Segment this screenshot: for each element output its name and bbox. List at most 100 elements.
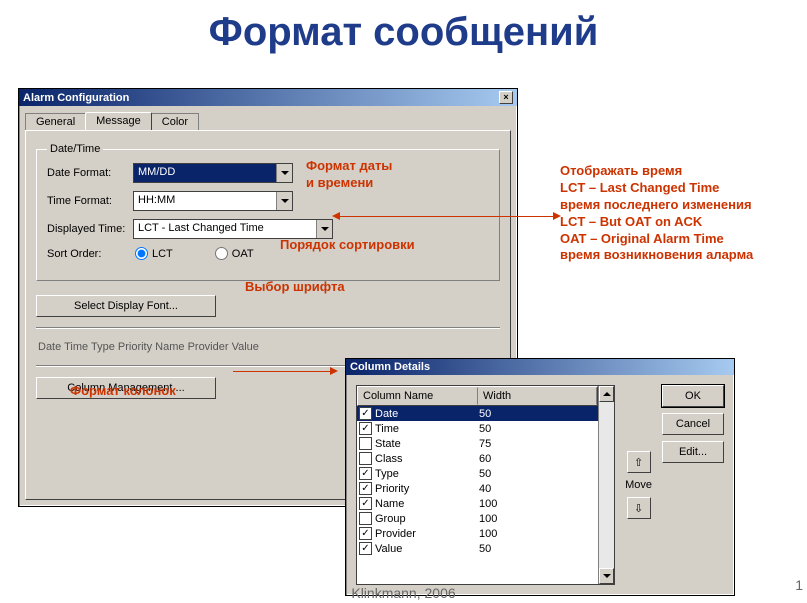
tab-color[interactable]: Color	[151, 113, 199, 131]
checkbox-icon[interactable]: ✓	[359, 527, 372, 540]
columns-preview: Date Time Type Priority Name Provider Va…	[36, 339, 500, 355]
column-name-cell: State	[375, 438, 479, 450]
arrow-line	[338, 216, 556, 217]
arrow-head-icon	[330, 367, 338, 375]
alarm-title-text: Alarm Configuration	[23, 92, 129, 104]
displayed-time-label: Displayed Time:	[47, 223, 133, 235]
checkbox-icon[interactable]	[359, 437, 372, 450]
datetime-legend: Date/Time	[47, 143, 103, 155]
select-font-button[interactable]: Select Display Font...	[36, 295, 216, 317]
column-header: Column Name Width	[357, 386, 598, 406]
chevron-down-icon[interactable]	[316, 220, 332, 238]
chevron-down-icon[interactable]	[276, 192, 292, 210]
checkbox-icon[interactable]: ✓	[359, 422, 372, 435]
time-format-combo[interactable]: HH:MM	[133, 191, 293, 211]
column-row[interactable]: ✓Priority40	[357, 481, 598, 496]
column-name-cell: Date	[375, 408, 479, 420]
checkbox-icon[interactable]	[359, 512, 372, 525]
slide-footer: Klinkmann, 2006	[351, 585, 455, 601]
arrow-head-icon	[332, 212, 340, 220]
column-list-area: Column Name Width ✓Date50✓Time50State75C…	[356, 385, 615, 585]
column-row[interactable]: ✓Provider100	[357, 526, 598, 541]
column-name-cell: Provider	[375, 528, 479, 540]
checkbox-icon[interactable]: ✓	[359, 407, 372, 420]
slide-title: Формат сообщений	[0, 0, 807, 55]
column-width-cell: 50	[479, 468, 491, 480]
col-ok-button[interactable]: OK	[662, 385, 724, 407]
column-width-cell: 40	[479, 483, 491, 495]
column-name-cell: Group	[375, 513, 479, 525]
right-buttons: OK Cancel Edit...	[662, 385, 724, 585]
ann-sort-order: Порядок сортировки	[280, 237, 415, 254]
ann-columns: Формат колонок	[70, 383, 176, 400]
column-name-cell: Priority	[375, 483, 479, 495]
sort-lct-radio[interactable]	[135, 247, 148, 260]
column-row[interactable]: ✓Name100	[357, 496, 598, 511]
column-row[interactable]: State75	[357, 436, 598, 451]
column-name-cell: Class	[375, 453, 479, 465]
date-format-value: MM/DD	[134, 164, 276, 182]
arrow-up-icon: ⇧	[634, 456, 643, 469]
column-details-window: Column Details Column Name Width ✓Date50…	[345, 358, 735, 596]
date-format-combo[interactable]: MM/DD	[133, 163, 293, 183]
column-width-cell: 50	[479, 543, 491, 555]
tab-message[interactable]: Message	[85, 112, 152, 130]
column-row[interactable]: ✓Type50	[357, 466, 598, 481]
column-name-cell: Type	[375, 468, 479, 480]
close-icon[interactable]: ×	[499, 91, 513, 104]
alarm-titlebar: Alarm Configuration ×	[19, 89, 517, 106]
checkbox-icon[interactable]	[359, 452, 372, 465]
arrow-head-icon	[553, 212, 561, 220]
col-edit-button[interactable]: Edit...	[662, 441, 724, 463]
column-row[interactable]: Group100	[357, 511, 598, 526]
scroll-up-icon[interactable]	[599, 386, 614, 402]
column-width-cell: 100	[479, 513, 497, 525]
scroll-down-icon[interactable]	[599, 568, 614, 584]
column-width-cell: 50	[479, 408, 491, 420]
move-label: Move	[625, 479, 652, 491]
column-width-cell: 100	[479, 528, 497, 540]
move-up-button[interactable]: ⇧	[627, 451, 651, 473]
sort-oat-label: OAT	[232, 248, 254, 260]
sort-lct-label: LCT	[152, 248, 173, 260]
ann-displayed-time: Отображать время LCT – Last Changed Time…	[560, 163, 753, 264]
column-row[interactable]: ✓Date50	[357, 406, 598, 421]
tab-strip: General Message Color	[25, 113, 511, 131]
sort-order-label: Sort Order:	[47, 248, 133, 260]
slide-pagenum: 1	[795, 577, 803, 593]
column-row[interactable]: ✓Time50	[357, 421, 598, 436]
ann-font: Выбор шрифта	[245, 279, 345, 296]
hdr-name[interactable]: Column Name	[358, 387, 478, 405]
sort-oat-radio[interactable]	[215, 247, 228, 260]
column-row[interactable]: Class60	[357, 451, 598, 466]
column-width-cell: 100	[479, 498, 497, 510]
date-format-label: Date Format:	[47, 167, 133, 179]
checkbox-icon[interactable]: ✓	[359, 482, 372, 495]
column-listbox[interactable]: Column Name Width ✓Date50✓Time50State75C…	[356, 385, 615, 585]
hdr-width[interactable]: Width	[478, 387, 597, 405]
time-format-value: HH:MM	[134, 192, 276, 210]
move-panel: ⇧ Move ⇩	[625, 385, 652, 585]
arrow-down-icon: ⇩	[634, 502, 643, 515]
column-name-cell: Value	[375, 543, 479, 555]
displayed-time-combo[interactable]: LCT - Last Changed Time	[133, 219, 333, 239]
scrollbar[interactable]	[598, 386, 614, 584]
column-width-cell: 50	[479, 423, 491, 435]
arrow-line	[233, 371, 333, 372]
column-width-cell: 75	[479, 438, 491, 450]
tab-general[interactable]: General	[25, 113, 86, 131]
column-name-cell: Time	[375, 423, 479, 435]
displayed-time-value: LCT - Last Changed Time	[134, 220, 316, 238]
datetime-group: Date/Time Date Format: MM/DD Time Format…	[36, 143, 500, 281]
checkbox-icon[interactable]: ✓	[359, 467, 372, 480]
ann-date-format: Формат даты и времени	[306, 158, 392, 192]
chevron-down-icon[interactable]	[276, 164, 292, 182]
column-titlebar: Column Details	[346, 359, 734, 375]
col-cancel-button[interactable]: Cancel	[662, 413, 724, 435]
column-title-text: Column Details	[350, 361, 430, 373]
move-down-button[interactable]: ⇩	[627, 497, 651, 519]
checkbox-icon[interactable]: ✓	[359, 497, 372, 510]
column-width-cell: 60	[479, 453, 491, 465]
column-row[interactable]: ✓Value50	[357, 541, 598, 556]
checkbox-icon[interactable]: ✓	[359, 542, 372, 555]
